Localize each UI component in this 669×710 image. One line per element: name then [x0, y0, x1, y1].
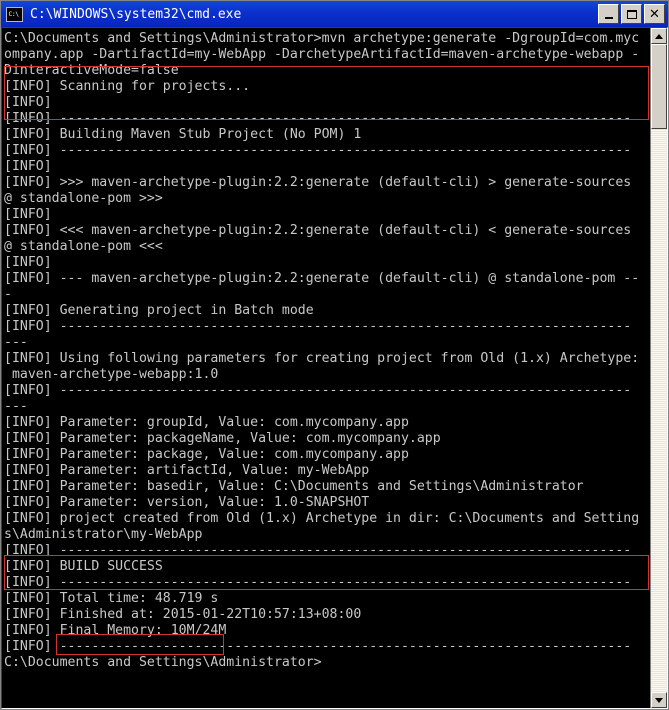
console-text: C:\Documents and Settings\Administrator>… [4, 31, 650, 671]
cmd-window: C:\ C:\WINDOWS\system32\cmd.exe ✕ C:\Doc… [0, 0, 669, 710]
console-line: [INFO] Generating project in Batch mode [4, 303, 314, 318]
console-line: [INFO] ---------------------------------… [4, 143, 632, 158]
scroll-up-button[interactable] [651, 28, 667, 44]
cmd-icon-glyph: C:\ [8, 9, 19, 18]
window-client-area: C:\Documents and Settings\Administrator>… [1, 27, 668, 709]
maximize-button[interactable] [621, 4, 642, 24]
minimize-icon [604, 16, 613, 19]
console-line: [INFO] ---------------------------------… [4, 575, 632, 590]
console-line: [INFO] project created from Old (1.x) Ar… [4, 511, 640, 526]
console-output-area[interactable]: C:\Documents and Settings\Administrator>… [2, 28, 650, 708]
console-line: [INFO] ---------------------------------… [4, 383, 632, 398]
console-line: - [4, 287, 12, 302]
console-line: DinteractiveMode=false [4, 63, 179, 78]
window-controls: ✕ [598, 4, 665, 24]
close-icon: ✕ [649, 6, 660, 22]
console-line: [INFO] Using following parameters for cr… [4, 351, 640, 366]
scroll-down-arrow-icon [655, 697, 663, 703]
console-line: [INFO] [4, 255, 52, 270]
console-line: [INFO] ---------------------------------… [4, 543, 632, 558]
maximize-icon [626, 9, 637, 19]
console-line: [INFO] <<< maven-archetype-plugin:2.2:ge… [4, 223, 632, 238]
scrollbar-track[interactable] [651, 44, 667, 692]
close-button[interactable]: ✕ [644, 4, 665, 24]
console-line: [INFO] [4, 95, 52, 110]
console-line: [INFO] Finished at: 2015-01-22T10:57:13+… [4, 607, 362, 622]
vertical-scrollbar[interactable] [650, 28, 667, 708]
scroll-up-arrow-icon [655, 33, 663, 39]
console-line: C:\Documents and Settings\Administrator> [4, 655, 322, 670]
console-line: [INFO] Parameter: packageName, Value: co… [4, 431, 441, 446]
console-line: @ standalone-pom >>> [4, 191, 163, 206]
console-line: [INFO] Parameter: artifactId, Value: my-… [4, 463, 370, 478]
console-line: @ standalone-pom <<< [4, 239, 163, 254]
scroll-down-button[interactable] [651, 692, 667, 708]
console-line: [INFO] --- maven-archetype-plugin:2.2:ge… [4, 271, 640, 286]
console-line: [INFO] [4, 159, 52, 174]
window-title: C:\WINDOWS\system32\cmd.exe [30, 6, 242, 22]
console-line: maven-archetype-webapp:1.0 [4, 367, 219, 382]
console-line: [INFO] Final Memory: 10M/24M [4, 623, 227, 638]
console-line: [INFO] Parameter: version, Value: 1.0-SN… [4, 495, 370, 510]
console-line: [INFO] Parameter: groupId, Value: com.my… [4, 415, 409, 430]
console-line: [INFO] [4, 207, 52, 222]
scrollbar-thumb[interactable] [651, 44, 667, 129]
console-line: C:\Documents and Settings\Administrator>… [4, 31, 640, 46]
console-line: [INFO] Parameter: basedir, Value: C:\Doc… [4, 479, 584, 494]
console-line: --- [4, 399, 28, 414]
console-line: [INFO] BUILD SUCCESS [4, 559, 163, 574]
console-line: [INFO] ---------------------------------… [4, 319, 632, 334]
console-line: ompany.app -DartifactId=my-WebApp -Darch… [4, 47, 640, 62]
console-line: [INFO] Building Maven Stub Project (No P… [4, 127, 362, 142]
console-line: [INFO] ---------------------------------… [4, 639, 632, 654]
console-line: --- [4, 335, 28, 350]
console-line: [INFO] ---------------------------------… [4, 111, 632, 126]
title-bar[interactable]: C:\ C:\WINDOWS\system32\cmd.exe ✕ [1, 1, 668, 27]
minimize-button[interactable] [598, 4, 619, 24]
console-line: [INFO] Scanning for projects... [4, 79, 251, 94]
console-line: [INFO] Parameter: package, Value: com.my… [4, 447, 409, 462]
cmd-console-icon: C:\ [6, 6, 23, 22]
console-line: [INFO] >>> maven-archetype-plugin:2.2:ge… [4, 175, 632, 190]
console-line: [INFO] Total time: 48.719 s [4, 591, 219, 606]
console-line: s\Administrator\my-WebApp [4, 527, 203, 542]
